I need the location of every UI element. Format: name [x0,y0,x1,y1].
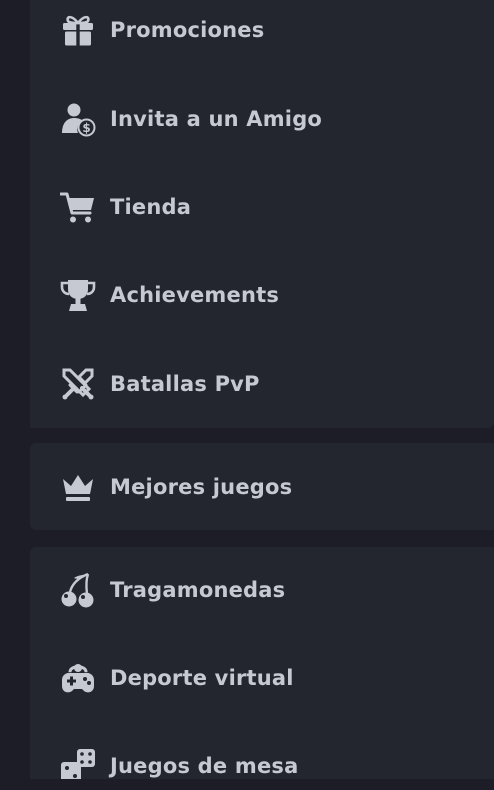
menu-item-label: Deporte virtual [110,666,294,690]
trophy-icon [60,277,96,313]
menu-group-casino: Tragamonedas Deporte virtual Juegos de m… [30,547,494,782]
menu-item-label: Invita a un Amigo [110,107,323,131]
cherries-icon [60,572,96,608]
menu-item-tienda[interactable]: Tienda [30,177,494,237]
gift-icon [60,12,96,48]
menu-item-label: Batallas PvP [110,372,260,396]
menu-item-invita-amigo[interactable]: $ Invita a un Amigo [30,89,494,149]
sidebar-menu: Promociones $ Invita a un Amigo Tienda A… [0,0,494,790]
menu-item-label: Tragamonedas [110,578,286,602]
menu-group-top-games: Mejores juegos [30,443,494,530]
menu-item-label: Mejores juegos [110,475,293,499]
menu-item-tragamonedas[interactable]: Tragamonedas [30,560,494,620]
scroll-edge [0,779,494,790]
menu-item-achievements[interactable]: Achievements [30,265,494,325]
menu-item-batallas-pvp[interactable]: Batallas PvP [30,354,494,414]
menu-item-label: Tienda [110,195,192,219]
crown-icon [60,469,96,505]
menu-item-label: Promociones [110,18,265,42]
menu-item-label: Juegos de mesa [110,754,299,778]
menu-item-label: Achievements [110,283,280,307]
menu-item-promociones[interactable]: Promociones [30,0,494,60]
refer-friend-icon: $ [60,101,96,137]
menu-item-deporte-virtual[interactable]: Deporte virtual [30,648,494,708]
menu-group-main: Promociones $ Invita a un Amigo Tienda A… [30,0,494,428]
menu-item-mejores-juegos[interactable]: Mejores juegos [30,457,494,517]
crossed-swords-icon [60,366,96,402]
cart-icon [60,189,96,225]
svg-text:$: $ [82,121,90,135]
gamepad-icon [60,660,96,696]
